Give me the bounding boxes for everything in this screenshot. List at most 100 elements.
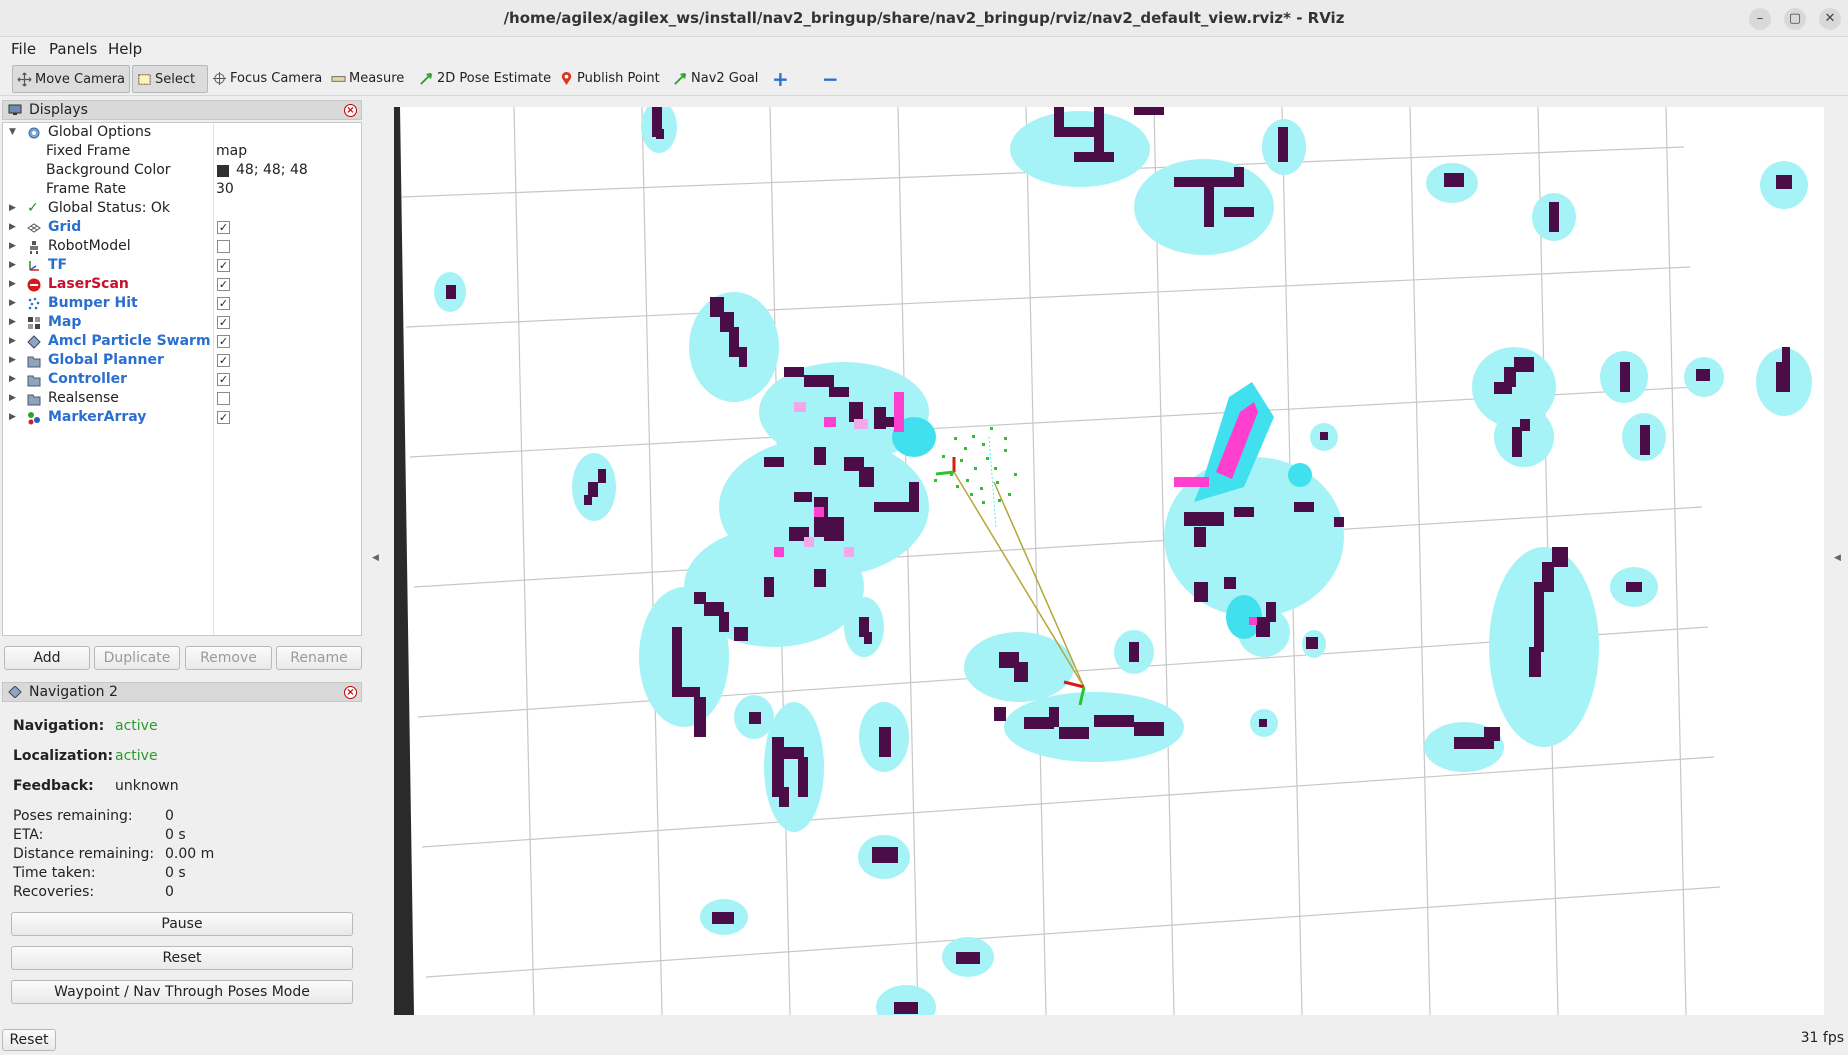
expand-arrow-icon[interactable]: ▶: [9, 389, 16, 408]
pause-button[interactable]: Pause: [11, 912, 353, 936]
costmap-obstacles: [446, 107, 1792, 1014]
tree-row-tf[interactable]: ▶ TF ✓: [3, 256, 361, 275]
3d-viewport[interactable]: [394, 107, 1824, 1015]
expand-arrow-icon[interactable]: ▶: [9, 313, 16, 332]
tree-row-markerarray[interactable]: ▶ MarkerArray ✓: [3, 408, 361, 427]
feedback-label: Feedback:: [13, 778, 94, 794]
tree-label: LaserScan: [48, 276, 129, 292]
waypoint-mode-button[interactable]: Waypoint / Nav Through Poses Mode: [11, 980, 353, 1004]
collapse-arrow-icon[interactable]: ▼: [9, 123, 16, 142]
time-taken-value: 0 s: [165, 865, 186, 881]
measure-tool[interactable]: Measure: [327, 65, 410, 93]
remove-tool-button[interactable]: −: [818, 65, 845, 93]
right-splitter-arrow-icon[interactable]: ◀: [1834, 553, 1844, 563]
left-splitter-arrow-icon[interactable]: ◀: [372, 553, 382, 563]
expand-arrow-icon[interactable]: ▶: [9, 370, 16, 389]
menu-file[interactable]: File: [11, 40, 36, 58]
move-camera-tool[interactable]: Move Camera: [12, 65, 130, 93]
focus-camera-tool[interactable]: Focus Camera: [208, 65, 328, 93]
maximize-button[interactable]: ▢: [1784, 8, 1806, 30]
display-checkbox[interactable]: [217, 240, 230, 253]
expand-arrow-icon[interactable]: ▶: [9, 408, 16, 427]
tree-row-realsense[interactable]: ▶ Realsense: [3, 389, 361, 408]
tree-row-amcl-particle-swarm[interactable]: ▶ Amcl Particle Swarm ✓: [3, 332, 361, 351]
expand-arrow-icon[interactable]: ▶: [9, 199, 16, 218]
display-checkbox[interactable]: ✓: [217, 373, 230, 386]
display-checkbox[interactable]: [217, 392, 230, 405]
expand-arrow-icon[interactable]: ▶: [9, 275, 16, 294]
goal-arrow-icon: [674, 72, 687, 85]
tree-row-background-color[interactable]: Background Color 48; 48; 48: [3, 161, 361, 180]
localization-status: active: [115, 748, 158, 764]
tree-row-laserscan[interactable]: ▶ LaserScan ✓: [3, 275, 361, 294]
close-panel-icon[interactable]: ×: [344, 686, 357, 699]
pose-estimate-tool[interactable]: 2D Pose Estimate: [415, 65, 557, 93]
color-swatch[interactable]: [217, 165, 229, 177]
tree-row-grid[interactable]: ▶ Grid ✓: [3, 218, 361, 237]
tree-row-bumper-hit[interactable]: ▶ Bumper Hit ✓: [3, 294, 361, 313]
expand-arrow-icon[interactable]: ▶: [9, 218, 16, 237]
display-checkbox[interactable]: ✓: [217, 278, 230, 291]
poses-remaining-value: 0: [165, 808, 174, 824]
display-checkbox[interactable]: ✓: [217, 221, 230, 234]
tree-row-global-options[interactable]: ▼ Global Options: [3, 123, 361, 142]
fixed-frame-value[interactable]: map: [216, 142, 247, 161]
display-checkbox[interactable]: ✓: [217, 335, 230, 348]
fps-readout: 31 fps: [1800, 1030, 1844, 1046]
point-cloud-icon: [28, 297, 40, 310]
background-color-value[interactable]: 48; 48; 48: [236, 161, 308, 180]
nav2-goal-tool[interactable]: Nav2 Goal: [669, 65, 764, 93]
checkmark-icon: ✓: [27, 200, 39, 216]
select-tool[interactable]: Select: [132, 65, 208, 93]
remove-display-button[interactable]: Remove: [185, 646, 272, 670]
localization-label: Localization:: [13, 748, 114, 764]
folder-icon: [27, 375, 41, 387]
tree-row-global-status[interactable]: ▶ ✓ Global Status: Ok: [3, 199, 361, 218]
distance-remaining-value: 0.00 m: [165, 846, 215, 862]
display-checkbox[interactable]: ✓: [217, 411, 230, 424]
menu-panels[interactable]: Panels: [49, 40, 97, 58]
tree-row-frame-rate[interactable]: Frame Rate 30: [3, 180, 361, 199]
expand-arrow-icon[interactable]: ▶: [9, 237, 16, 256]
pose-arrow-icon: [420, 72, 433, 85]
expand-arrow-icon[interactable]: ▶: [9, 351, 16, 370]
tree-label: Global Status: Ok: [48, 200, 171, 216]
axes-icon: [29, 261, 39, 271]
tree-label: Global Options: [48, 124, 152, 140]
publish-point-tool[interactable]: Publish Point: [555, 65, 666, 93]
navigation-panel-title: Navigation 2: [29, 684, 118, 700]
display-checkbox[interactable]: ✓: [217, 354, 230, 367]
frame-rate-value[interactable]: 30: [216, 180, 234, 199]
rename-display-button[interactable]: Rename: [276, 646, 362, 670]
expand-arrow-icon[interactable]: ▶: [9, 256, 16, 275]
tree-row-robotmodel[interactable]: ▶ RobotModel: [3, 237, 361, 256]
menu-help[interactable]: Help: [108, 40, 142, 58]
tree-row-map[interactable]: ▶ Map ✓: [3, 313, 361, 332]
close-window-button[interactable]: ✕: [1819, 8, 1841, 30]
recoveries-value: 0: [165, 884, 174, 900]
minimize-button[interactable]: –: [1749, 8, 1771, 30]
tree-row-fixed-frame[interactable]: Fixed Frame map: [3, 142, 361, 161]
pose-estimate-label: 2D Pose Estimate: [437, 71, 552, 86]
publish-point-label: Publish Point: [577, 71, 660, 86]
tree-label: Controller: [48, 371, 128, 387]
display-checkbox[interactable]: ✓: [217, 316, 230, 329]
monitor-icon: [8, 104, 22, 115]
close-panel-icon[interactable]: ×: [344, 104, 357, 117]
add-display-button[interactable]: Add: [4, 646, 90, 670]
duplicate-display-button[interactable]: Duplicate: [94, 646, 180, 670]
expand-arrow-icon[interactable]: ▶: [9, 294, 16, 313]
navigation-panel: Navigation: active Localization: active …: [2, 703, 362, 1023]
navigation-panel-header: Navigation 2 ×: [2, 682, 362, 702]
expand-arrow-icon[interactable]: ▶: [9, 332, 16, 351]
feedback-status: unknown: [115, 778, 179, 794]
tree-row-controller[interactable]: ▶ Controller ✓: [3, 370, 361, 389]
nav-reset-button[interactable]: Reset: [11, 946, 353, 970]
add-tool-button[interactable]: +: [768, 65, 795, 93]
display-checkbox[interactable]: ✓: [217, 297, 230, 310]
markers-icon: [28, 412, 40, 425]
status-reset-button[interactable]: Reset: [2, 1029, 56, 1051]
tree-row-global-planner[interactable]: ▶ Global Planner ✓: [3, 351, 361, 370]
window-titlebar: /home/agilex/agilex_ws/install/nav2_brin…: [0, 0, 1848, 37]
display-checkbox[interactable]: ✓: [217, 259, 230, 272]
